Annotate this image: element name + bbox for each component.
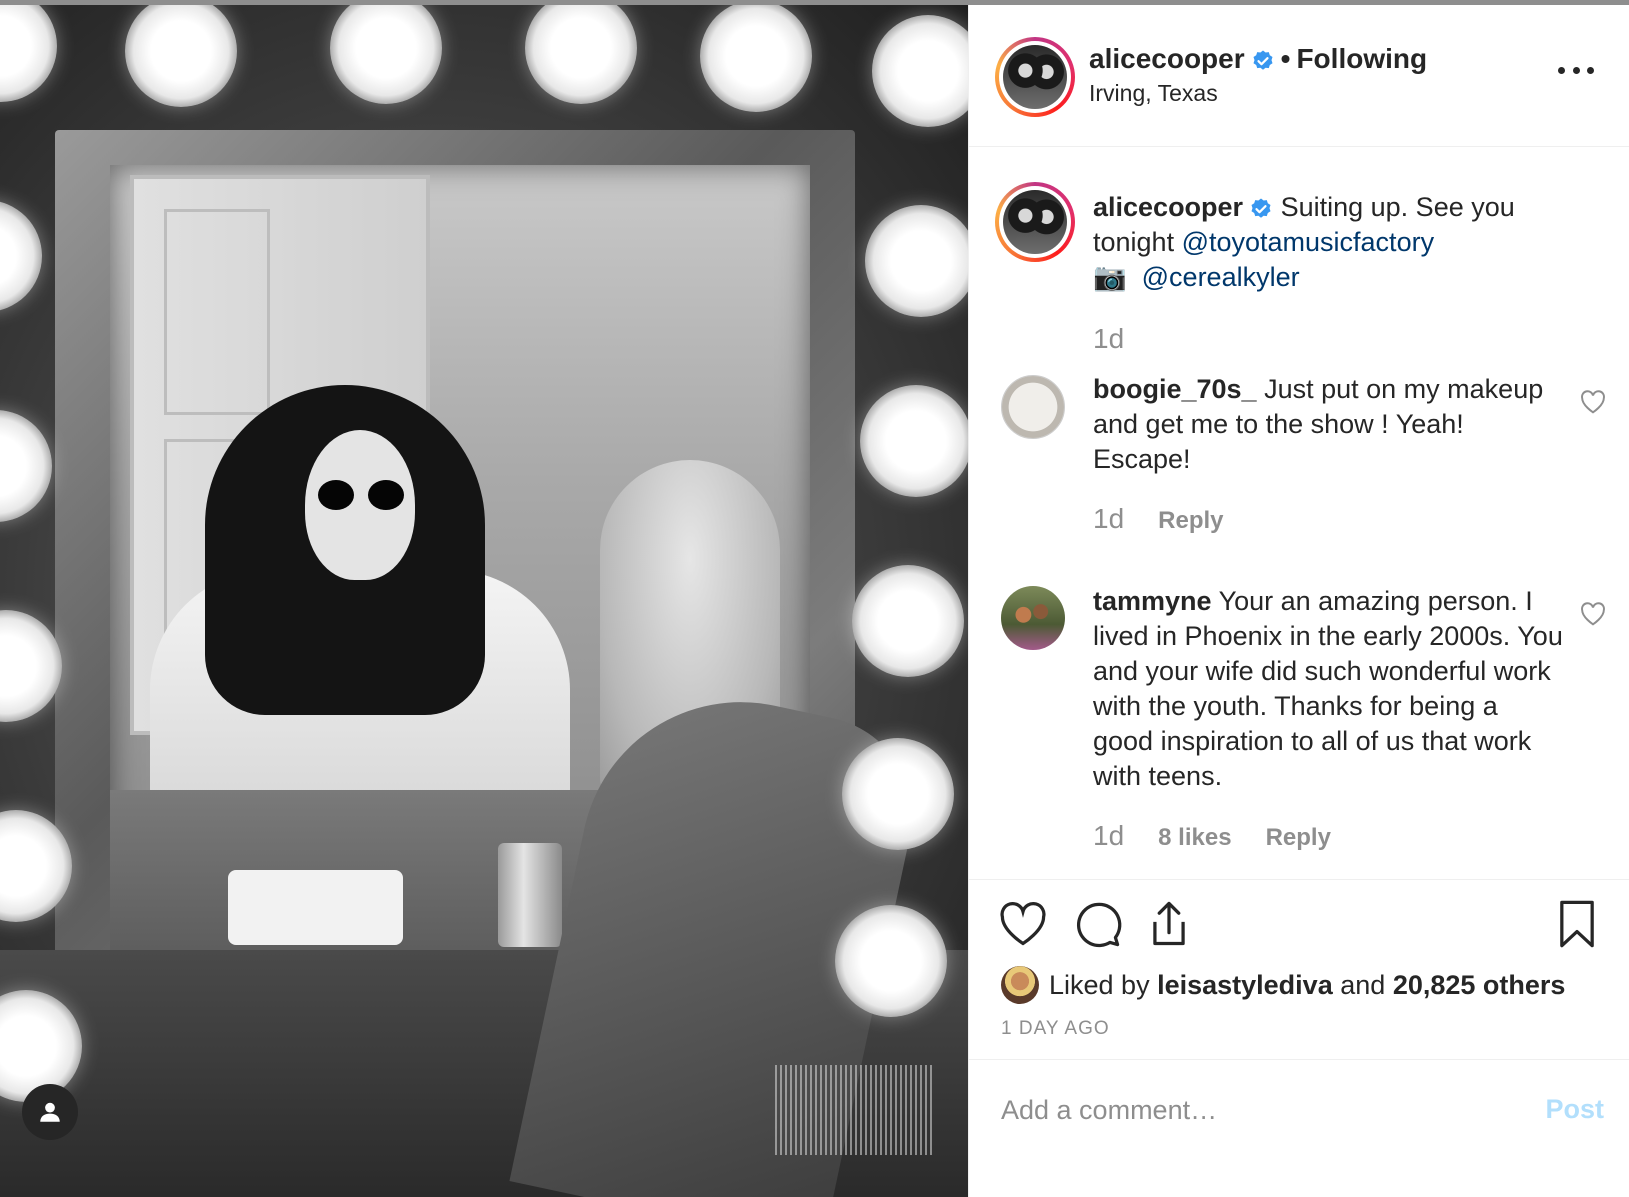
photographer-watermark	[775, 1065, 935, 1155]
bulb	[125, 0, 237, 107]
author-avatar[interactable]	[995, 37, 1075, 117]
user-tags-button[interactable]	[22, 1084, 78, 1140]
more-icon	[1558, 66, 1565, 74]
mention-link[interactable]: @cerealkyler	[1142, 262, 1300, 292]
like-comment-heart-icon[interactable]	[1580, 602, 1606, 626]
comment-time[interactable]: 1d	[1093, 820, 1124, 851]
comment-input[interactable]	[1001, 1088, 1501, 1132]
commenter-avatar[interactable]	[1001, 375, 1065, 439]
post-location[interactable]: Irving, Texas	[1089, 80, 1218, 107]
post-details-panel: alicecooper • Following Irving, Texas alic…	[968, 5, 1629, 1197]
comment-text: tammyne Your an amazing person. I lived …	[1093, 584, 1563, 794]
post-actions: Liked by leisastylediva and 20,825 other…	[969, 879, 1629, 1059]
window-top-border	[0, 0, 1629, 5]
reply-button[interactable]: Reply	[1266, 824, 1331, 851]
bulb	[0, 200, 42, 312]
more-options-button[interactable]	[1558, 55, 1594, 85]
comment-username[interactable]: tammyne	[1093, 586, 1212, 616]
eye-makeup-left	[318, 480, 354, 510]
caption-avatar[interactable]	[995, 182, 1075, 262]
bulb	[842, 738, 954, 850]
bookmark-icon[interactable]	[1551, 898, 1603, 950]
likes-others-link[interactable]: 20,825 others	[1393, 970, 1566, 1001]
commenter-avatar[interactable]	[1001, 586, 1065, 650]
bulb	[0, 410, 52, 522]
bulb	[872, 15, 968, 127]
comment-body: Your an amazing person. I lived in Phoen…	[1093, 586, 1563, 791]
comment-text: boogie_70s_ Just put on my makeup and ge…	[1093, 372, 1563, 477]
post-header: alicecooper • Following Irving, Texas	[969, 5, 1629, 147]
comment-time[interactable]: 1d	[1093, 503, 1124, 534]
verified-icon	[1251, 49, 1275, 73]
share-icon[interactable]	[1143, 898, 1195, 950]
user-tag-icon	[40, 1102, 60, 1122]
author-username[interactable]: alicecooper	[1089, 43, 1245, 74]
bulb	[0, 610, 62, 722]
soda-can	[498, 843, 562, 947]
mention-link[interactable]: @toyotamusicfactory	[1182, 227, 1435, 257]
comment-username[interactable]: boogie_70s_	[1093, 374, 1257, 404]
add-comment-bar: Post	[969, 1059, 1629, 1197]
towel	[228, 870, 403, 945]
camera-icon: 📷	[1093, 262, 1127, 292]
like-heart-icon[interactable]	[997, 898, 1049, 950]
header-author-line: alicecooper • Following	[1089, 43, 1428, 74]
post-photo[interactable]	[0, 0, 968, 1197]
comment-likes[interactable]: 8 likes	[1158, 824, 1231, 851]
bulb	[0, 0, 57, 102]
post-comment-button[interactable]: Post	[1545, 1094, 1604, 1125]
caption-meta: 1d	[1093, 323, 1158, 355]
likes-and-label: and	[1340, 969, 1386, 1000]
eye-makeup-right	[368, 480, 404, 510]
bulb	[700, 0, 812, 112]
caption-time[interactable]: 1d	[1093, 323, 1124, 354]
bulb	[835, 905, 947, 1017]
liker-username[interactable]: leisastylediva	[1157, 970, 1333, 1001]
caption-username[interactable]: alicecooper	[1093, 192, 1243, 222]
post-timestamp[interactable]: 1 DAY AGO	[1001, 1018, 1110, 1040]
liker-avatar[interactable]	[1001, 966, 1039, 1004]
comment-meta: 1d Reply	[1093, 503, 1258, 535]
bulb	[860, 385, 968, 497]
verified-icon	[1249, 197, 1273, 221]
likes-summary: Liked by leisastylediva and 20,825 other…	[1001, 966, 1565, 1004]
like-comment-heart-icon[interactable]	[1580, 390, 1606, 414]
reply-button[interactable]: Reply	[1158, 507, 1223, 534]
comment-meta: 1d 8 likes Reply	[1093, 820, 1365, 852]
comment-icon[interactable]	[1071, 898, 1123, 950]
bulb	[525, 0, 637, 104]
liked-by-label: Liked by	[1049, 969, 1150, 1000]
bulb	[852, 565, 964, 677]
caption-text: alicecooper Suiting up. See you tonight …	[1093, 190, 1563, 295]
comments-section[interactable]: alicecooper Suiting up. See you tonight …	[969, 148, 1629, 878]
following-button[interactable]: Following	[1296, 43, 1427, 74]
bulb	[330, 0, 442, 104]
bulb	[865, 205, 968, 317]
